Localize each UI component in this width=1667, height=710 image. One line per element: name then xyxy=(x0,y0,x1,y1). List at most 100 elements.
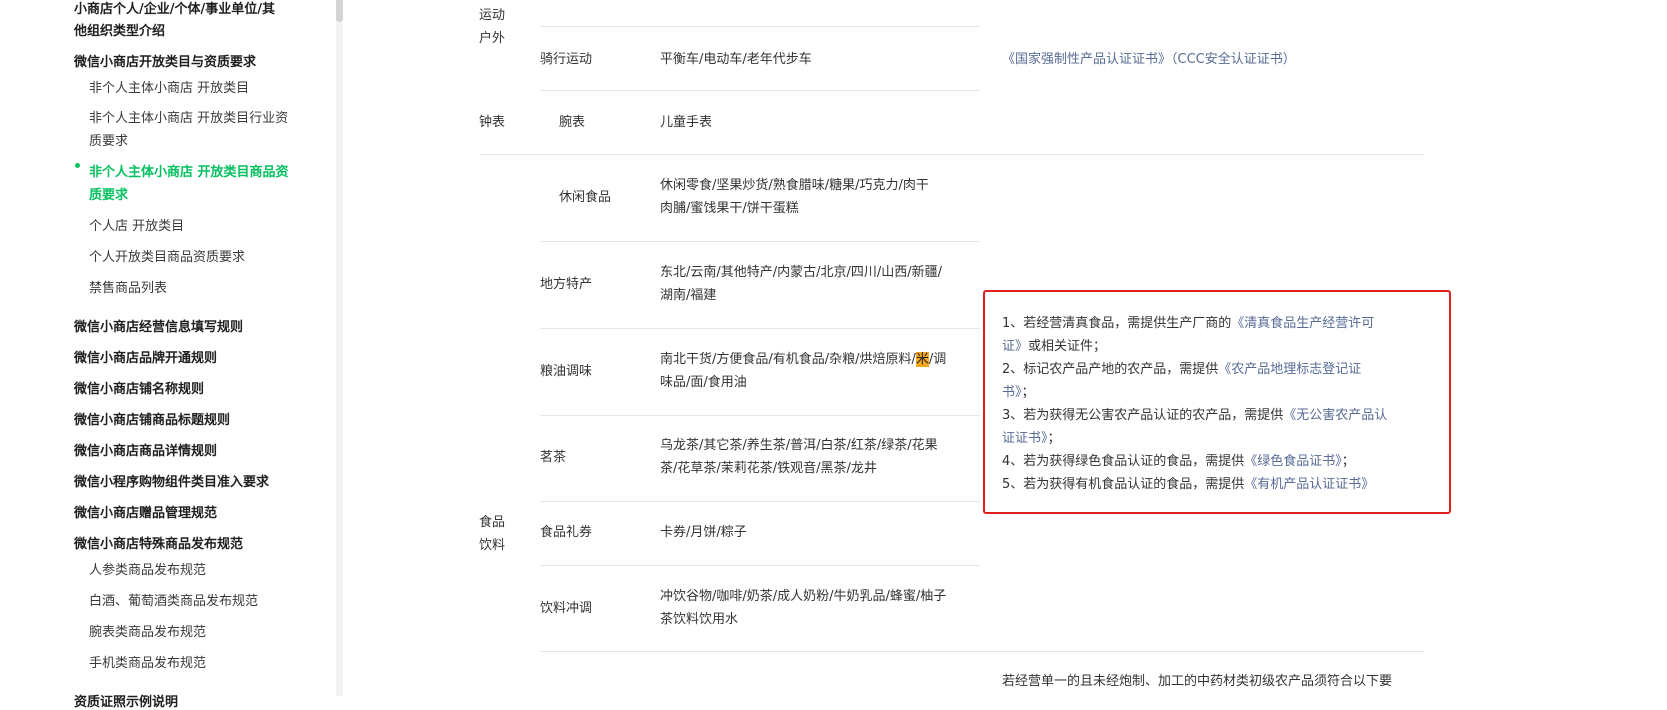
category-items: 冲饮谷物/咖啡/奶茶/成人奶粉/牛奶乳品/蜂蜜/柚子 茶饮料饮用水 xyxy=(660,585,980,631)
category-items-line: 冲饮谷物/咖啡/奶茶/成人奶粉/牛奶乳品/蜂蜜/柚子 xyxy=(660,589,947,604)
requirement-line: 2、标记农产品产地的农产品，需提供《农产品地理标志登记证 xyxy=(1002,358,1412,381)
sidebar-item[interactable]: 非个人主体小商店 开放类目行业资 xyxy=(89,107,288,126)
category-level2-label: 腕表 xyxy=(559,115,586,130)
certificate-link[interactable]: 证》 xyxy=(1002,339,1028,354)
certificate-link[interactable]: 《农产品地理标志登记证 xyxy=(1218,362,1361,377)
category-level2-label: 休闲食品 xyxy=(559,190,612,205)
category-level1-sport: 运动 户外 xyxy=(479,4,519,50)
requirement-text: 1、若经营清真食品，需提供生产厂商的 xyxy=(1002,316,1232,331)
row-divider xyxy=(540,90,980,91)
category-items-line: 肉脯/蜜饯果干/饼干蛋糕 xyxy=(660,201,799,216)
requirement-cell: 《国家强制性产品认证证书》（CCC安全认证证书） xyxy=(1002,48,1296,71)
sidebar-item[interactable]: 禁售商品列表 xyxy=(89,277,167,296)
requirement-text: 3、若为获得无公害农产品认证的农产品，需提供 xyxy=(1002,408,1284,423)
row-divider xyxy=(540,415,980,416)
sidebar-section-heading[interactable]: 微信小商店经营信息填写规则 xyxy=(74,316,243,335)
sidebar-item[interactable]: 质要求 xyxy=(89,184,128,203)
category-items: 休闲零食/坚果炒货/熟食腊味/糖果/巧克力/肉干 肉脯/蜜饯果干/饼干蛋糕 xyxy=(660,174,980,220)
items-text: 南北干货/方便食品/有机食品/杂粮/烘焙原料/ xyxy=(660,352,916,367)
category-level2-label: 饮料冲调 xyxy=(540,601,593,616)
sidebar-section-heading[interactable]: 他组织类型介绍 xyxy=(74,20,165,39)
requirement-text: ； xyxy=(1021,385,1035,400)
sidebar-item[interactable]: 个人开放类目商品资质要求 xyxy=(89,246,245,265)
certificate-link[interactable]: 《绿色食品证书》 xyxy=(1244,454,1342,469)
sidebar-section-heading[interactable]: 微信小商店铺名称规则 xyxy=(74,378,204,397)
certificate-note: （CCC安全认证证书） xyxy=(1171,52,1296,67)
sidebar-section-heading[interactable]: 小商店个人/企业/个体/事业单位/其 xyxy=(74,0,275,17)
category-items: 儿童手表 xyxy=(660,115,713,130)
category-items: 卡券/月饼/粽子 xyxy=(660,525,747,540)
certificate-link[interactable]: 《无公害农产品认 xyxy=(1283,408,1387,423)
sidebar-section-heading[interactable]: 微信小商店赠品管理规范 xyxy=(74,502,217,521)
row-divider xyxy=(540,241,980,242)
sidebar-item[interactable]: 质要求 xyxy=(89,130,128,149)
row-divider xyxy=(540,26,980,27)
sidebar-item[interactable]: 个人店 开放类目 xyxy=(89,215,184,234)
category-level1-label: 运动 xyxy=(479,8,506,23)
search-highlight: 米 xyxy=(915,352,929,367)
active-bullet-icon xyxy=(75,163,80,168)
sidebar-item[interactable]: 腕表类商品发布规范 xyxy=(89,621,206,640)
requirement-text: 5、若为获得有机食品认证的食品，需提供 xyxy=(1002,477,1245,492)
category-items-line: 味品/面/食用油 xyxy=(660,375,747,390)
row-divider xyxy=(540,651,1424,652)
category-items-line: 东北/云南/其他特产/内蒙古/北京/四川/山西/新疆/ xyxy=(660,265,943,280)
certificate-link[interactable]: 书》 xyxy=(1002,385,1022,400)
requirement-line: 书》； xyxy=(1002,381,1412,404)
items-text: /调 xyxy=(928,352,947,367)
category-level2-label: 粮油调味 xyxy=(540,364,593,379)
requirement-text: 或相关证件； xyxy=(1028,339,1107,354)
sidebar-item[interactable]: 人参类商品发布规范 xyxy=(89,559,206,578)
sidebar-item[interactable]: 手机类商品发布规范 xyxy=(89,652,206,671)
requirement-line: 1、若经营清真食品，需提供生产厂商的《清真食品生产经营许可 xyxy=(1002,312,1412,335)
sidebar-section-heading[interactable]: 资质证照示例说明 xyxy=(74,691,178,710)
requirement-line: 证》或相关证件； xyxy=(1002,335,1412,358)
certificate-link[interactable]: 《国家强制性产品认证证书》 xyxy=(1002,52,1171,67)
certificate-link[interactable]: 《清真食品生产经营许可 xyxy=(1231,316,1374,331)
requirement-line: 4、若为获得绿色食品认证的食品，需提供《绿色食品证书》； xyxy=(1002,450,1412,473)
requirement-line: 5、若为获得有机食品认证的食品，需提供《有机产品认证证书》 xyxy=(1002,473,1412,496)
row-divider xyxy=(540,565,980,566)
category-level2-label: 茗茶 xyxy=(540,450,567,465)
row-divider xyxy=(540,328,980,329)
requirement-text: 若经营单一的且未经炮制、加工的中药材类初级农产品须符合以下要 xyxy=(1002,674,1393,689)
sidebar-item[interactable]: 非个人主体小商店 开放类目 xyxy=(89,77,249,96)
sidebar-section-heading[interactable]: 微信小商店特殊商品发布规范 xyxy=(74,533,243,552)
category-level2-label: 地方特产 xyxy=(540,277,593,292)
sidebar-item[interactable]: 非个人主体小商店 开放类目商品资 xyxy=(89,161,289,180)
category-items-line: 休闲零食/坚果炒货/熟食腊味/糖果/巧克力/肉干 xyxy=(660,178,929,193)
requirement-line: 3、若为获得无公害农产品认证的农产品，需提供《无公害农产品认 xyxy=(1002,404,1412,427)
category-level2-label: 骑行运动 xyxy=(540,52,593,67)
category-items: 东北/云南/其他特产/内蒙古/北京/四川/山西/新疆/ 湖南/福建 xyxy=(660,261,980,307)
certificate-link[interactable]: 《有机产品认证证书》 xyxy=(1244,477,1374,492)
category-items: 南北干货/方便食品/有机食品/杂粮/烘焙原料/米/调 味品/面/食用油 xyxy=(660,348,980,394)
certificate-link[interactable]: 证证书》 xyxy=(1002,431,1048,446)
sidebar-nav: 小商店个人/企业/个体/事业单位/其 他组织类型介绍微信小商店开放类目与资质要求非… xyxy=(0,0,338,710)
row-divider xyxy=(540,501,980,502)
category-items-line: 乌龙茶/其它茶/养生茶/普洱/白茶/红茶/绿茶/花果 xyxy=(660,438,938,453)
food-requirements-list: 1、若经营清真食品，需提供生产厂商的《清真食品生产经营许可 证》或相关证件； 2、标… xyxy=(1002,312,1412,496)
row-divider xyxy=(479,154,1424,155)
category-level2-label: 食品礼券 xyxy=(540,525,593,540)
category-level1-label: 户外 xyxy=(479,31,506,46)
category-items-line: 茶/花草茶/茉莉花茶/铁观音/黑茶/龙井 xyxy=(660,461,877,476)
category-level1-label: 饮料 xyxy=(479,538,506,553)
category-level1-food: 食品 饮料 xyxy=(479,511,519,557)
category-items-line: 茶饮料饮用水 xyxy=(660,612,739,627)
sidebar-section-heading[interactable]: 微信小程序购物组件类目准入要求 xyxy=(74,471,269,490)
category-level1-label: 钟表 xyxy=(479,115,506,130)
sidebar-section-heading[interactable]: 微信小商店品牌开通规则 xyxy=(74,347,217,366)
sidebar-section-heading[interactable]: 微信小商店开放类目与资质要求 xyxy=(74,51,256,70)
requirement-text: 4、若为获得绿色食品认证的食品，需提供 xyxy=(1002,454,1245,469)
requirement-line: 证证书》； xyxy=(1002,427,1412,450)
category-items-line: 南北干货/方便食品/有机食品/杂粮/烘焙原料/米/调 xyxy=(660,348,980,371)
category-items: 乌龙茶/其它茶/养生茶/普洱/白茶/红茶/绿茶/花果 茶/花草茶/茉莉花茶/铁观… xyxy=(660,434,980,480)
sidebar-section-heading[interactable]: 微信小商店商品详情规则 xyxy=(74,440,217,459)
sidebar-item[interactable]: 白酒、葡萄酒类商品发布规范 xyxy=(89,590,258,609)
sidebar-section-heading[interactable]: 微信小商店铺商品标题规则 xyxy=(74,409,230,428)
category-items-line: 湖南/福建 xyxy=(660,288,717,303)
category-items: 平衡车/电动车/老年代步车 xyxy=(660,52,812,67)
requirement-text: ； xyxy=(1341,454,1355,469)
requirement-text: ； xyxy=(1047,431,1061,446)
category-level1-label: 食品 xyxy=(479,515,506,530)
